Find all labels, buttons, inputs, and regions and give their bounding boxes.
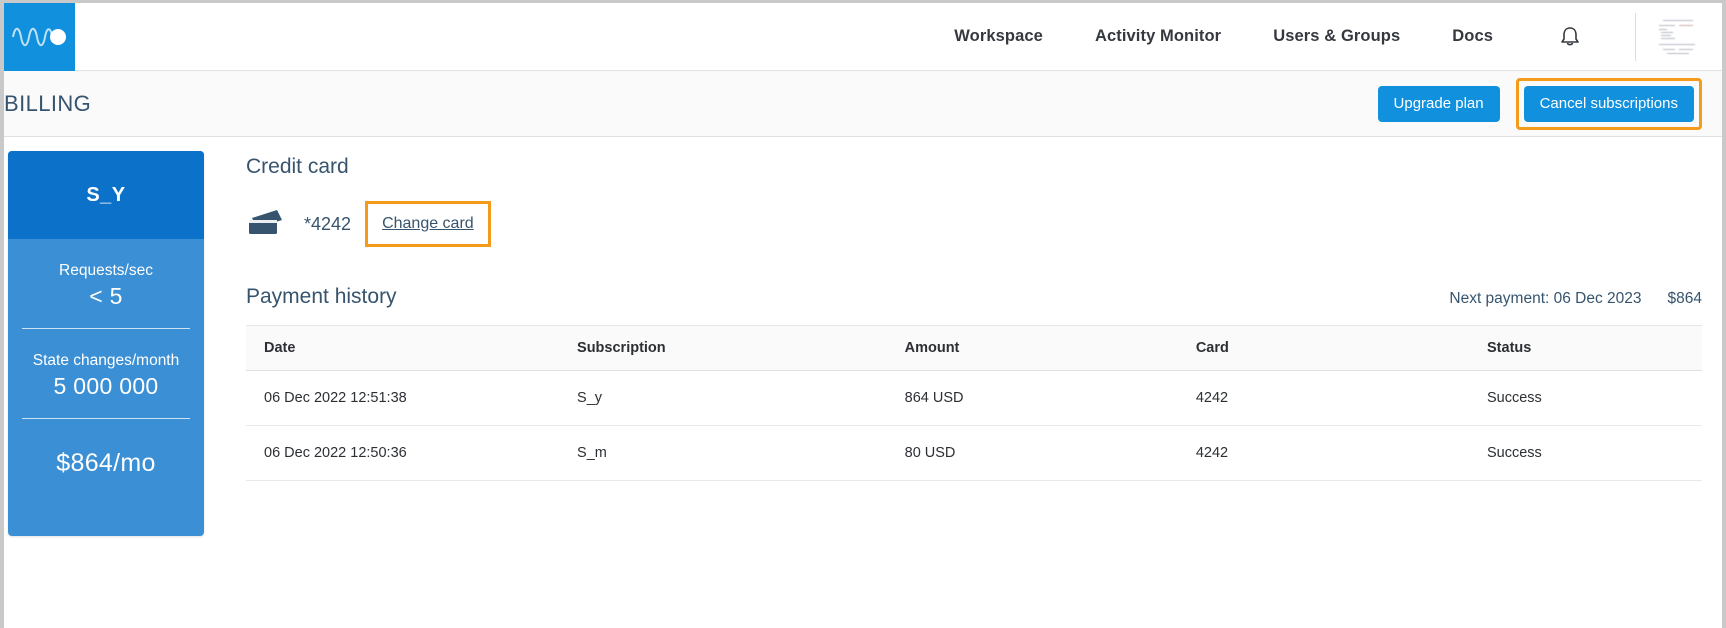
plan-metric-requests: Requests/sec < 5 [22, 239, 190, 328]
cell-subscription: S_m [559, 425, 887, 481]
cell-date: 06 Dec 2022 12:51:38 [246, 370, 560, 426]
table-row: 06 Dec 2022 12:50:36 S_m 80 USD 4242 Suc… [246, 425, 1702, 481]
cell-card: 4242 [1177, 425, 1469, 481]
billing-main: Credit card *4242 Change card Payment hi… [204, 145, 1722, 628]
column-header-subscription: Subscription [559, 325, 887, 371]
upgrade-plan-button[interactable]: Upgrade plan [1377, 85, 1500, 122]
nav-item-users-groups[interactable]: Users & Groups [1273, 27, 1400, 46]
cell-card: 4242 [1177, 370, 1469, 426]
table-row: 06 Dec 2022 12:51:38 S_y 864 USD 4242 Su… [246, 370, 1702, 426]
cell-amount: 80 USD [886, 425, 1178, 481]
top-navigation-bar: Workspace Activity Monitor Users & Group… [4, 3, 1722, 71]
avatar-thumbnail-icon [1657, 15, 1701, 58]
column-header-amount: Amount [886, 325, 1178, 371]
header-actions: Upgrade plan Cancel subscriptions [1377, 77, 1722, 130]
next-payment-amount: $864 [1667, 290, 1702, 307]
cell-amount: 864 USD [886, 370, 1178, 426]
page-title: BILLING [4, 90, 92, 116]
credit-card-title: Credit card [246, 155, 349, 178]
nav-links: Workspace Activity Monitor Users & Group… [954, 3, 1609, 70]
change-card-link[interactable]: Change card [382, 215, 474, 233]
plan-price: $864/mo [56, 449, 156, 478]
credit-card-last4: *4242 [304, 213, 352, 234]
column-header-date: Date [246, 325, 560, 371]
nav-item-docs[interactable]: Docs [1452, 27, 1493, 46]
table-body: 06 Dec 2022 12:51:38 S_y 864 USD 4242 Su… [246, 370, 1702, 481]
next-payment-date: Next payment: 06 Dec 2023 [1449, 290, 1642, 307]
cell-subscription: S_y [559, 370, 887, 426]
next-payment-info: Next payment: 06 Dec 2023 $864 [1449, 290, 1702, 308]
column-header-card: Card [1177, 325, 1469, 371]
credit-card-icon [246, 209, 286, 239]
page-content: S_Y Requests/sec < 5 State changes/month… [4, 137, 1722, 628]
nav-item-workspace[interactable]: Workspace [954, 27, 1043, 46]
plan-name: S_Y [8, 151, 204, 239]
billing-page: Workspace Activity Monitor Users & Group… [0, 0, 1726, 628]
column-header-status: Status [1469, 325, 1702, 371]
app-logo[interactable] [4, 3, 75, 71]
page-header-bar: BILLING Upgrade plan Cancel subscription… [4, 71, 1722, 137]
cancel-subscriptions-button[interactable]: Cancel subscriptions [1523, 85, 1694, 122]
cell-date: 06 Dec 2022 12:50:36 [246, 425, 560, 481]
notifications-button[interactable] [1555, 22, 1585, 52]
plan-metrics: Requests/sec < 5 State changes/month 5 0… [8, 239, 204, 504]
credit-card-row: *4242 Change card [246, 201, 1702, 247]
payment-history-title: Payment history [246, 285, 397, 308]
cancel-subscriptions-highlight: Cancel subscriptions [1515, 77, 1702, 130]
plan-metric-value: 5 000 000 [53, 373, 159, 400]
table-header-row: Date Subscription Amount Card Status [246, 325, 1702, 371]
change-card-highlight: Change card [365, 201, 491, 247]
bell-icon [1561, 26, 1579, 45]
credit-card-glyph [249, 210, 282, 234]
plan-metric-state-changes: State changes/month 5 000 000 [22, 329, 190, 418]
plan-metric-label: State changes/month [32, 352, 180, 370]
status-badge: Success [1469, 370, 1702, 426]
status-badge: Success [1469, 425, 1702, 481]
waveform-logo-icon [11, 27, 66, 47]
table-head: Date Subscription Amount Card Status [246, 325, 1702, 371]
nav-item-activity-monitor[interactable]: Activity Monitor [1095, 27, 1221, 46]
avatar[interactable] [1636, 3, 1722, 70]
plan-metric-label: Requests/sec [59, 262, 153, 279]
plan-summary-card: S_Y Requests/sec < 5 State changes/month… [8, 151, 204, 536]
plan-metric-value: < 5 [89, 283, 123, 310]
payment-history-header: Payment history Next payment: 06 Dec 202… [246, 285, 1702, 309]
payment-history-table: Date Subscription Amount Card Status 06 … [246, 325, 1702, 481]
